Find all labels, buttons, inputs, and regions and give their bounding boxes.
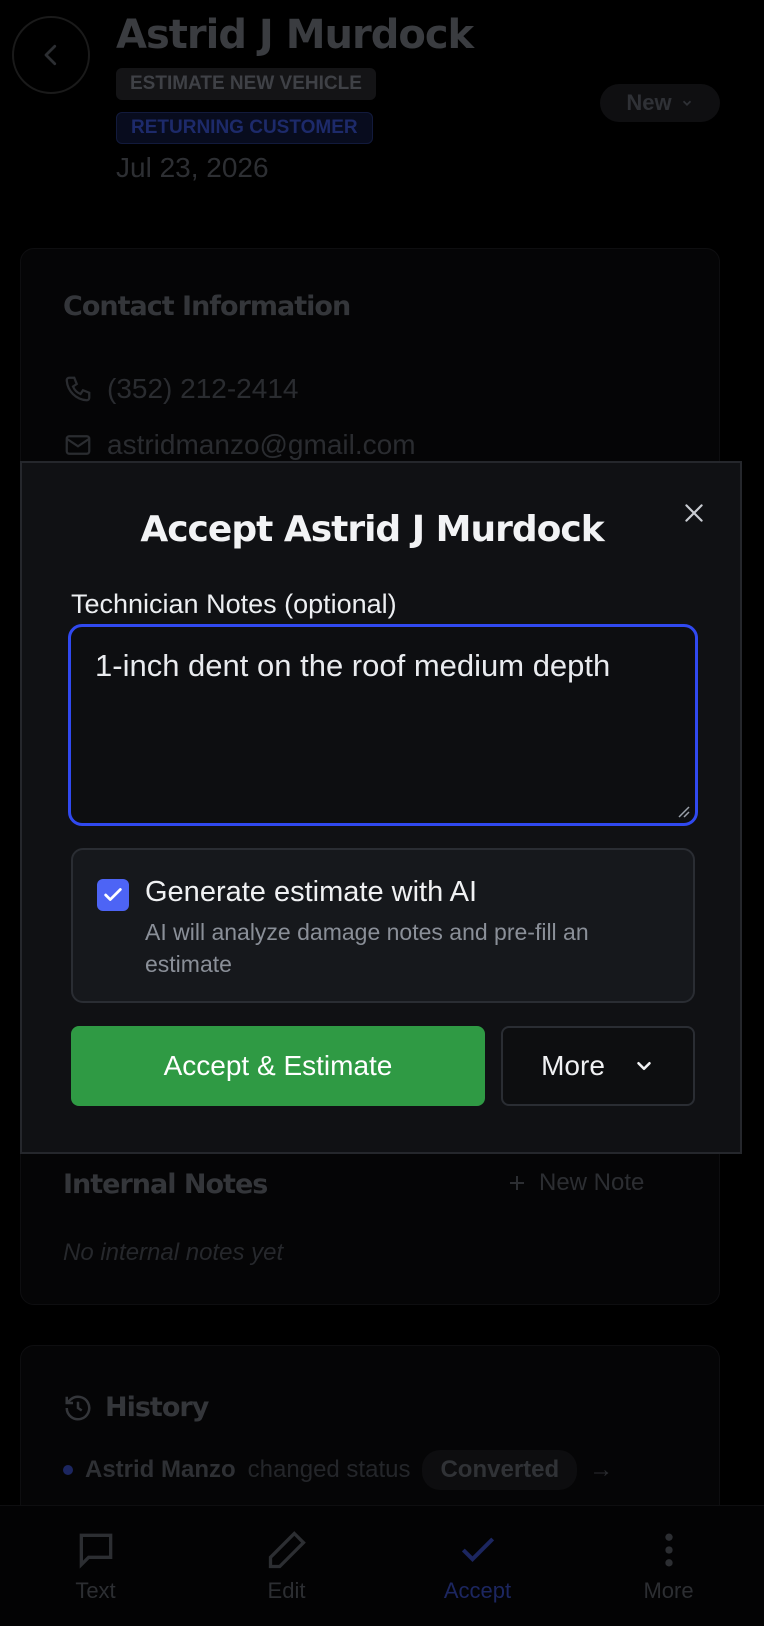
nav-label-more: More — [643, 1578, 694, 1603]
contact-title: Contact Information — [63, 291, 351, 322]
back-button[interactable] — [12, 16, 90, 94]
resize-grip-icon[interactable] — [676, 804, 690, 818]
timeline-dot — [63, 1465, 73, 1475]
close-icon — [685, 504, 703, 522]
email-address: astridmanzo@gmail.com — [107, 429, 416, 460]
new-note-button[interactable]: New Note — [505, 1169, 644, 1197]
chevron-left-icon — [44, 44, 57, 66]
nav-more[interactable]: More — [609, 1528, 729, 1604]
phone-number: (352) 212-2414 — [107, 373, 299, 404]
email-row[interactable]: astridmanzo@gmail.com — [63, 429, 416, 461]
modal-title: Accept Astrid J Murdock — [140, 509, 604, 550]
more-label: More — [541, 1050, 605, 1081]
history-user: Astrid Manzo — [85, 1456, 236, 1483]
bottom-nav: Text Edit Accept More — [0, 1505, 764, 1626]
close-button[interactable] — [674, 493, 714, 533]
chevron-down-icon — [682, 100, 691, 106]
contact-card: Contact Information (352) 212-2414 astri… — [20, 248, 720, 478]
mail-icon — [65, 435, 91, 455]
page-title: Astrid J Murdock — [116, 12, 474, 58]
nav-label-accept: Accept — [443, 1578, 512, 1603]
more-dropdown-button[interactable]: More — [501, 1026, 695, 1106]
status-dropdown[interactable]: New — [600, 84, 720, 122]
history-header: History — [63, 1392, 209, 1423]
new-note-label: New Note — [539, 1169, 645, 1196]
accept-estimate-label: Accept & Estimate — [163, 1050, 393, 1081]
history-title: History — [105, 1392, 209, 1423]
internal-notes-empty: No internal notes yet — [63, 1239, 284, 1266]
history-status-badge: Converted — [422, 1450, 578, 1490]
phone-icon — [65, 376, 91, 402]
chevron-down-icon — [637, 1061, 651, 1071]
checkmark-icon — [104, 888, 122, 901]
nav-label-edit: Edit — [267, 1578, 306, 1603]
accept-modal: Accept Astrid J Murdock Technician Notes… — [20, 461, 742, 1154]
history-action: changed status — [247, 1456, 411, 1483]
date-label: Jul 23, 2026 — [116, 152, 269, 183]
ai-estimate-option[interactable]: Generate estimate with AI AI will analyz… — [71, 848, 695, 1003]
type-badge: ESTIMATE NEW VEHICLE — [116, 68, 376, 100]
nav-accept[interactable]: Accept — [418, 1528, 538, 1604]
technician-notes-input[interactable]: 1-inch dent on the roof medium depth — [68, 624, 698, 826]
nav-text[interactable]: Text — [36, 1528, 156, 1604]
history-arrow: → — [589, 1456, 614, 1483]
history-icon — [65, 1395, 91, 1420]
customer-badge: RETURNING CUSTOMER — [116, 112, 373, 144]
ai-option-description: AI will analyze damage notes and pre-fil… — [145, 919, 589, 977]
message-icon — [79, 1533, 112, 1569]
ai-option-title: Generate estimate with AI — [145, 876, 478, 908]
internal-notes-title: Internal Notes — [63, 1169, 268, 1200]
pencil-icon — [268, 1531, 306, 1569]
dots-vertical-icon — [664, 1533, 673, 1567]
plus-icon — [510, 1176, 524, 1190]
phone-row[interactable]: (352) 212-2414 — [63, 373, 298, 405]
status-label: New — [626, 90, 672, 115]
check-icon — [461, 1537, 494, 1563]
technician-notes-label: Technician Notes (optional) — [71, 589, 397, 619]
nav-label-text: Text — [75, 1578, 116, 1603]
nav-edit[interactable]: Edit — [227, 1528, 347, 1604]
ai-checkbox[interactable] — [97, 879, 129, 911]
accept-estimate-button[interactable]: Accept & Estimate — [71, 1026, 485, 1106]
history-card: History Astrid Manzo changed status Conv… — [20, 1345, 720, 1525]
history-entry: Astrid Manzo changed status Converted → — [63, 1450, 613, 1490]
